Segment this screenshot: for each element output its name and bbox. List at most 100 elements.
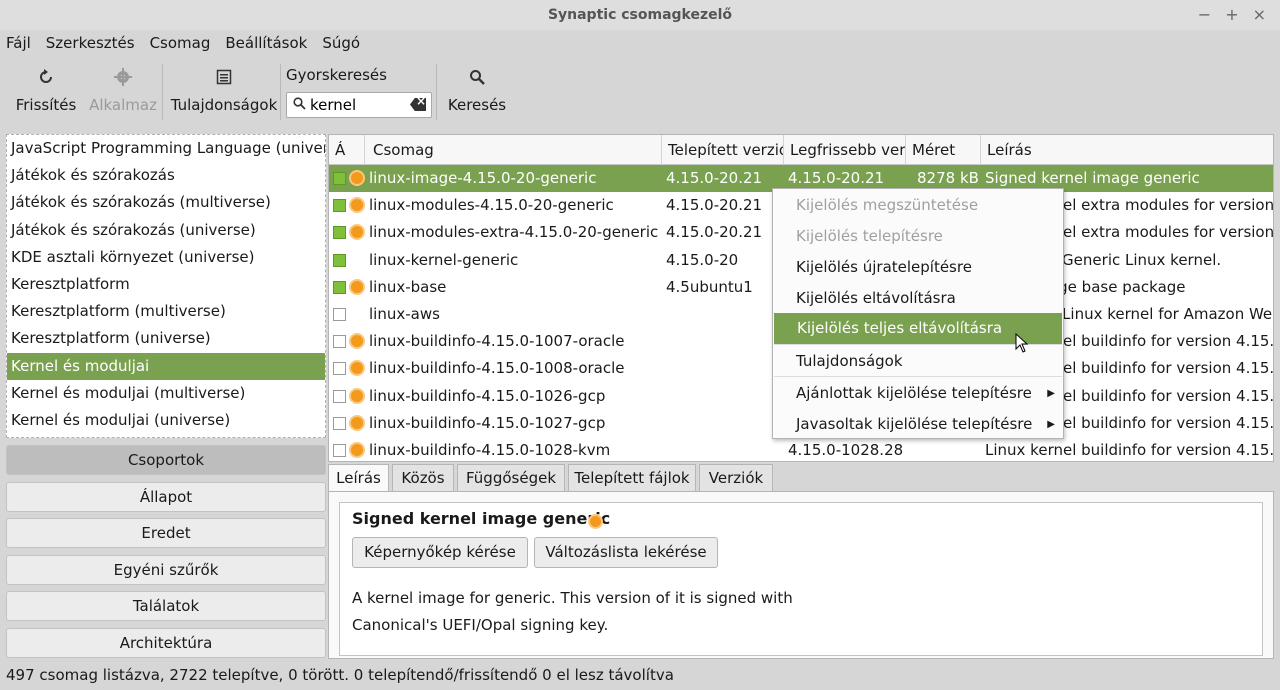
tab-versions[interactable]: Verziók <box>699 464 773 492</box>
close-button[interactable]: × <box>1253 0 1266 30</box>
group-item[interactable]: JavaScript Programming Language (univers… <box>7 135 325 162</box>
package-name-cell: linux-modules-extra-4.15.0-20-generic <box>369 223 659 242</box>
column-description[interactable]: Leírás <box>981 135 1273 165</box>
screenshot-button[interactable]: Képernyőkép kérése <box>352 537 528 568</box>
filter-button[interactable]: Architektúra <box>6 628 326 658</box>
context-menu-item[interactable]: Kijelölés megszüntetése <box>773 190 1063 221</box>
search-label: Keresés <box>447 96 507 114</box>
description-title: Signed kernel image generic <box>352 509 611 528</box>
mouse-cursor-icon <box>1015 333 1029 353</box>
package-name-cell: linux-base <box>369 277 447 296</box>
context-menu-item[interactable]: Ajánlottak kijelölése telepítésre ▶ <box>773 378 1063 409</box>
properties-button[interactable]: Tulajdonságok <box>170 58 278 126</box>
search-icon <box>293 96 306 114</box>
supported-icon <box>351 416 363 429</box>
properties-label: Tulajdonságok <box>170 96 278 114</box>
package-checkbox[interactable] <box>333 280 346 294</box>
package-name-cell: linux-buildinfo-4.15.0-1007-oracle <box>369 332 625 351</box>
maximize-button[interactable]: + <box>1225 0 1238 30</box>
filter-button[interactable]: Egyéni szűrők <box>6 555 326 585</box>
group-item[interactable]: Kernel és moduljai (multiverse) <box>7 380 325 407</box>
apply-button[interactable]: Alkalmaz <box>89 58 157 126</box>
quicksearch-field[interactable] <box>286 92 432 118</box>
group-item[interactable]: Játékok és szórakozás <box>7 162 325 189</box>
group-item[interactable]: KDE asztali környezet (universe) <box>7 244 325 271</box>
clear-search-icon[interactable] <box>410 98 426 111</box>
menu-help[interactable]: Súgó <box>322 34 360 52</box>
window-title: Synaptic csomagkezelő <box>547 7 733 23</box>
details-panel: Signed kernel image generic Képernyőkép … <box>328 491 1274 659</box>
filter-button[interactable]: Eredet <box>6 518 326 548</box>
package-row[interactable]: linux-buildinfo-4.15.0-1028-kvm 4.15.0-10… <box>329 437 1273 461</box>
package-name-cell: linux-aws <box>369 305 440 323</box>
package-checkbox[interactable] <box>333 444 346 457</box>
toolbar-separator <box>162 64 163 120</box>
search-button[interactable]: Keresés <box>446 58 508 126</box>
column-latest-version[interactable]: Legfrissebb verzió <box>784 135 906 165</box>
properties-icon <box>216 58 232 96</box>
package-checkbox[interactable] <box>333 389 346 403</box>
supported-icon <box>351 335 363 348</box>
filter-button[interactable]: Csoportok <box>6 445 326 475</box>
context-menu-item[interactable]: Kijelölés telepítésre <box>773 221 1063 252</box>
filter-button[interactable]: Állapot <box>6 482 326 512</box>
menu-bar: Fájl Szerkesztés Csomag Beállítások Súgó <box>0 30 1280 56</box>
tab-dependencies[interactable]: Függőségek <box>457 464 565 492</box>
toolbar: Frissítés Alkalmaz Tulajdonságok Gyorske… <box>0 58 1280 126</box>
context-menu-label: Ajánlottak kijelölése telepítésre <box>796 384 1032 402</box>
status-bar: 497 csomag listázva, 2722 telepítve, 0 t… <box>6 666 674 684</box>
package-installed-cell: 4.15.0-20 <box>666 250 739 269</box>
menu-settings[interactable]: Beállítások <box>225 34 307 52</box>
tab-common[interactable]: Közös <box>392 464 454 492</box>
gear-icon <box>114 58 132 96</box>
context-menu-item[interactable]: Javasoltak kijelölése telepítésre ▶ <box>773 409 1063 440</box>
context-menu-item[interactable]: Kijelölés eltávolításra <box>773 283 1063 314</box>
title-bar: Synaptic csomagkezelő − + × <box>0 0 1280 30</box>
package-checkbox[interactable] <box>333 362 346 376</box>
context-menu: Kijelölés megszüntetése Kijelölés telepít… <box>772 188 1064 439</box>
group-item[interactable]: Keresztplatform (universe) <box>7 325 325 352</box>
menu-file[interactable]: Fájl <box>6 34 31 52</box>
package-installed-cell: 4.15.0-20.21 <box>666 196 763 215</box>
package-name-cell: linux-image-4.15.0-20-generic <box>369 169 597 187</box>
minimize-button[interactable]: − <box>1198 0 1211 30</box>
package-name-cell: linux-buildinfo-4.15.0-1008-oracle <box>369 359 625 378</box>
supported-icon <box>590 516 601 527</box>
supported-icon <box>351 226 363 239</box>
apply-label: Alkalmaz <box>89 96 157 114</box>
group-item[interactable]: Kernel és moduljai <box>7 352 325 380</box>
package-checkbox[interactable] <box>333 308 346 321</box>
menu-separator <box>774 376 1062 377</box>
package-name-cell: linux-kernel-generic <box>369 250 519 269</box>
package-checkbox[interactable] <box>333 335 346 349</box>
group-item[interactable]: Keresztplatform (multiverse) <box>7 298 325 325</box>
context-menu-label: Kijelölés teljes eltávolításra <box>797 319 1003 337</box>
description-line: A kernel image for generic. This version… <box>352 589 793 607</box>
group-list[interactable]: JavaScript Programming Language (univers… <box>6 134 326 438</box>
column-installed-version[interactable]: Telepített verzió <box>662 135 784 165</box>
group-item[interactable]: Játékok és szórakozás (universe) <box>7 217 325 244</box>
column-status[interactable]: Á <box>329 135 365 165</box>
package-checkbox[interactable] <box>333 199 346 213</box>
menu-edit[interactable]: Szerkesztés <box>46 34 135 52</box>
tab-installed-files[interactable]: Telepített fájlok <box>568 464 696 492</box>
changelog-button[interactable]: Változáslista lekérése <box>534 537 718 568</box>
search-icon <box>469 58 485 96</box>
column-package[interactable]: Csomag <box>365 135 662 165</box>
package-checkbox[interactable] <box>333 416 346 430</box>
menu-package[interactable]: Csomag <box>150 34 211 52</box>
group-item[interactable]: Játékok és szórakozás (multiverse) <box>7 189 325 216</box>
group-item[interactable]: Kernel és moduljai (universe) <box>7 407 325 434</box>
column-size[interactable]: Méret <box>906 135 981 165</box>
filter-button[interactable]: Találatok <box>6 591 326 621</box>
context-menu-item[interactable]: Kijelölés újratelepítésre <box>773 252 1063 283</box>
package-name-cell: linux-modules-4.15.0-20-generic <box>369 196 614 215</box>
package-checkbox[interactable] <box>333 253 346 267</box>
package-checkbox[interactable] <box>333 226 346 240</box>
toolbar-separator <box>436 64 437 120</box>
package-checkbox[interactable] <box>333 172 346 185</box>
tab-description[interactable]: Leírás <box>328 464 389 492</box>
group-item[interactable]: Keresztplatform <box>7 271 325 298</box>
quicksearch-input[interactable] <box>310 96 405 114</box>
reload-button[interactable]: Frissítés <box>14 58 78 126</box>
